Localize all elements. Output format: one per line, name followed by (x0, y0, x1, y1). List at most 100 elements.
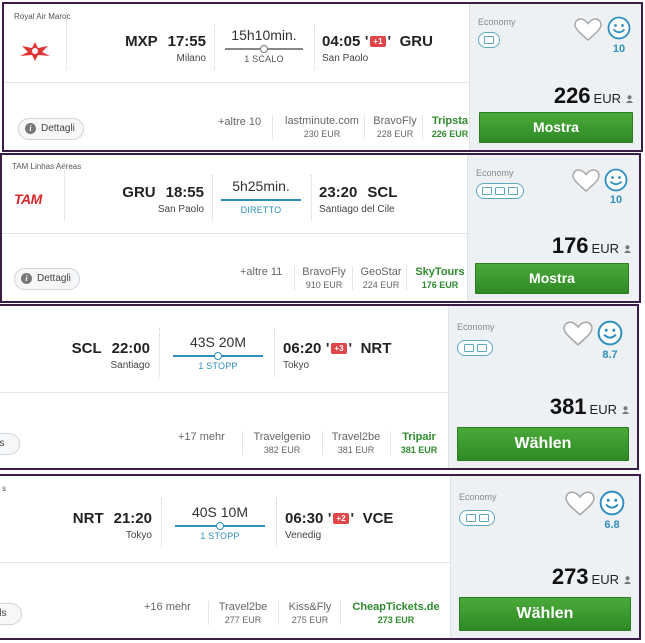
duration-line (225, 45, 303, 53)
duration: 40S 10M 1 STOPP (174, 504, 266, 541)
departure-code: NRT (72, 510, 104, 527)
departure: GRU 18:55 San Paolo (92, 184, 204, 215)
provider-2[interactable]: GeoStar 224 EUR (352, 266, 409, 290)
duration-line (221, 199, 301, 201)
price-currency: EUR (591, 241, 619, 256)
departure-city: Tokyo (125, 530, 152, 541)
provider-3-best[interactable]: CheapTickets.de 273 EUR (340, 601, 451, 625)
details-button[interactable]: ils (0, 603, 22, 625)
provider-1[interactable]: Travel2be 277 EUR (208, 601, 277, 625)
rating-score: 10 (609, 194, 623, 206)
departure-time: 18:55 (165, 184, 204, 201)
provider-name: CheapTickets.de (352, 601, 440, 613)
provider-name: SkyTours (415, 266, 465, 278)
departure-time: 22:00 (111, 340, 150, 357)
stops-text: 1 STOPP (198, 361, 238, 371)
arrival-time: 04:05 (322, 33, 361, 50)
provider-2[interactable]: Travel2be 381 EUR (322, 431, 389, 455)
stop-dot (216, 522, 224, 530)
provider-name: Travel2be (218, 601, 268, 613)
duration: 5h25min. DIRETTO (220, 178, 302, 215)
price: 176 EUR (552, 233, 631, 259)
day-offset-badge: +1 (370, 36, 386, 48)
price-value: 381 (549, 394, 587, 419)
duration-text: 5h25min. (232, 178, 290, 194)
provider-2[interactable]: BravoFly 228 EUR (364, 115, 425, 139)
arrival-code: VCE (362, 510, 394, 527)
stops-text: 1 SCALO (244, 54, 284, 64)
provider-price: 381 EUR (337, 445, 375, 455)
more-providers-link[interactable]: +altre 11 (240, 266, 282, 278)
provider-name: BravoFly (302, 266, 346, 278)
provider-1[interactable]: BravoFly 910 EUR (294, 266, 353, 290)
provider-1[interactable]: lastminute.com 230 EUR (272, 115, 371, 139)
heart-icon[interactable] (572, 169, 600, 198)
provider-name: Travelgenio (253, 431, 311, 443)
details-button[interactable]: i Dettagli (14, 268, 80, 290)
show-button[interactable]: Mostra (479, 112, 633, 143)
arrival-city: San Paolo (322, 53, 369, 64)
price-panel: Economy 6.8 273 EUR Wählen (450, 476, 639, 638)
provider-3-best[interactable]: SkyTours 176 EUR (406, 266, 473, 290)
stop-dot (214, 352, 222, 360)
departure-code: MXP (125, 33, 158, 50)
royal-air-maroc-logo (18, 40, 52, 67)
select-button[interactable]: Wählen (457, 427, 629, 461)
heart-icon[interactable] (565, 491, 595, 522)
more-providers-link[interactable]: +16 mehr (144, 601, 191, 613)
row-divider (0, 562, 454, 563)
provider-name: Travel2be (331, 431, 381, 443)
arrival: 06:30 ' +2 ' VCE Venedig (285, 510, 435, 541)
stop-dot (260, 45, 268, 53)
price-value: 226 (553, 83, 591, 108)
more-providers-link[interactable]: +altre 10 (218, 116, 261, 128)
provider-name: Kiss&Fly (288, 601, 332, 613)
divider (214, 24, 215, 70)
quote-mark: ' (325, 340, 330, 357)
price-currency: EUR (591, 572, 619, 587)
provider-price: 226 EUR (431, 129, 469, 139)
smiley-icon (599, 490, 625, 521)
duration-line (175, 522, 265, 530)
details-label: Dettagli (37, 273, 71, 284)
arrival-city: Santiago del Cile (319, 204, 395, 215)
provider-price: 273 EUR (377, 615, 415, 625)
info-icon: i (21, 272, 32, 284)
provider-name: Tripsta (431, 115, 469, 127)
provider-name: lastminute.com (285, 115, 359, 127)
details-label: ils (0, 438, 4, 449)
provider-2[interactable]: Kiss&Fly 275 EUR (278, 601, 341, 625)
details-button[interactable]: i Dettagli (18, 118, 84, 140)
duration: 43S 20M 1 STOPP (172, 334, 264, 371)
departure-city: Santiago (110, 360, 150, 371)
seat-amenity-icon (476, 183, 524, 199)
heart-icon[interactable] (574, 18, 602, 47)
rating-score: 10 (612, 43, 626, 55)
details-button[interactable]: ils (0, 433, 20, 455)
smiley-icon (607, 16, 631, 45)
provider-price: 277 EUR (224, 615, 262, 625)
select-button[interactable]: Wählen (459, 597, 631, 631)
cabin-class: Economy (478, 17, 516, 27)
cabin-class: Economy (459, 492, 497, 502)
provider-1[interactable]: Travelgenio 382 EUR (242, 431, 321, 455)
duration-line (173, 352, 263, 360)
more-providers-link[interactable]: +17 mehr (178, 431, 225, 443)
divider (314, 24, 315, 70)
divider (212, 175, 213, 221)
price-currency: EUR (593, 91, 621, 106)
price: 273 EUR (552, 564, 631, 590)
divider (311, 175, 312, 221)
quote-mark: ' (364, 33, 369, 50)
stops-text: 1 STOPP (200, 531, 240, 541)
provider-price: 230 EUR (303, 129, 341, 139)
details-label: Dettagli (41, 123, 75, 134)
show-button[interactable]: Mostra (475, 263, 629, 294)
arrival-time: 06:30 (285, 510, 324, 527)
arrival-code: NRT (360, 340, 392, 357)
provider-3-best[interactable]: Tripair 381 EUR (390, 431, 447, 455)
flight-card-1: Royal Air Maroc MXP 17:55 Milano 15h10min… (2, 2, 643, 152)
departure-code: GRU (122, 184, 156, 201)
airline-name: Royal Air Maroc (14, 12, 71, 21)
heart-icon[interactable] (563, 321, 593, 352)
